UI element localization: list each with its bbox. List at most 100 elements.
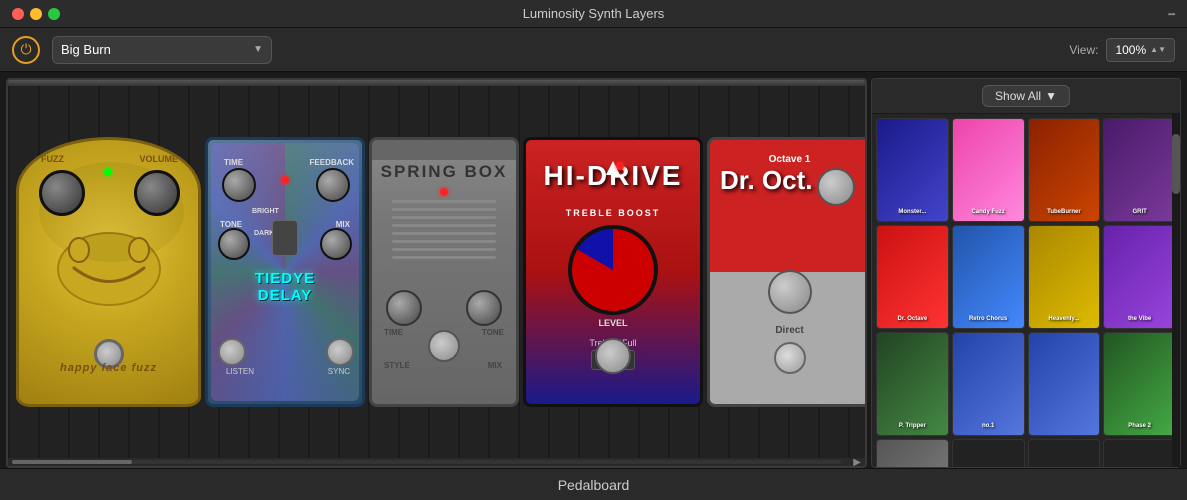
browser-pedal-item[interactable]: P. Tripper	[876, 332, 949, 436]
right-panel: Show All ▼ Monster... Candy Fuzz TubeBurne…	[871, 78, 1181, 468]
browser-pedal-label: Heavenly...	[1029, 314, 1100, 324]
oct-direct-label: Direct	[775, 325, 803, 336]
pedal-oct[interactable]: Octave 1 Dr. Oct. Direct	[707, 137, 865, 407]
preset-dropdown[interactable]: Big Burn ▼	[52, 36, 272, 64]
delay-tone-knob[interactable]	[218, 228, 250, 260]
browser-pedal-label: Monster...	[877, 207, 948, 217]
browser-pedal-label: no.1	[953, 421, 1024, 431]
hidrive-stomp[interactable]	[595, 338, 631, 374]
delay-led	[281, 176, 289, 184]
browser-scrollbar[interactable]	[1172, 114, 1180, 467]
bottom-title: Pedalboard	[558, 477, 630, 493]
browser-pedal-item[interactable]: TubeBurner	[1028, 118, 1101, 222]
delay-mix-knob[interactable]	[320, 228, 352, 260]
fullscreen-button[interactable]	[48, 8, 60, 20]
browser-header: Show All ▼	[872, 79, 1180, 114]
pedalboard-surface[interactable]: FUZZ VOLUME happy face fuzz	[8, 86, 865, 458]
hidrive-level-knob[interactable]	[568, 225, 658, 315]
delay-time-knob[interactable]	[222, 168, 256, 202]
browser-pedal-label: Dr. Octave	[877, 314, 948, 324]
show-all-label: Show All	[995, 89, 1041, 103]
minimize-button[interactable]	[30, 8, 42, 20]
spring-tone-label: TONE	[482, 328, 504, 337]
fuzz-face	[54, 230, 164, 290]
bottom-bar: Pedalboard	[0, 468, 1187, 500]
app-title: Luminosity Synth Layers	[523, 6, 665, 21]
pedal-spring[interactable]: SPRING BOX TIM	[369, 137, 519, 407]
pedal-hidrive[interactable]: HI-DRIVE ▲ TREBLE BOOST LEVEL Treble / F…	[523, 137, 703, 407]
fuzz-knob1[interactable]	[39, 170, 85, 216]
delay-feedback-knob[interactable]	[316, 168, 350, 202]
traffic-lights[interactable]	[12, 8, 60, 20]
spring-coil-visual	[392, 200, 496, 280]
oct-octave1-label: Octave 1	[769, 154, 811, 165]
browser-pedal-item[interactable]: Candy Fuzz	[952, 118, 1025, 222]
pedal-delay[interactable]: TIME FEEDBACK BRIGHT DARK TONE MIX	[205, 137, 365, 407]
view-label: View:	[1069, 43, 1098, 57]
close-button[interactable]	[12, 8, 24, 20]
hidrive-level-label: LEVEL	[598, 318, 627, 328]
view-zoom-select[interactable]: 100% ▲▼	[1106, 38, 1175, 62]
pedal-browser-grid: Monster... Candy Fuzz TubeBurnerGRIT Dr. Oc…	[872, 114, 1180, 467]
scroll-thumb[interactable]	[12, 460, 132, 464]
browser-pedal-item[interactable]: FLANGE	[876, 439, 949, 467]
browser-pedal-item[interactable]	[1028, 332, 1101, 436]
delay-time-label: TIME	[224, 158, 243, 167]
browser-scrollbar-thumb[interactable]	[1172, 134, 1180, 194]
main-area: FUZZ VOLUME happy face fuzz	[0, 72, 1187, 468]
delay-bright-label: BRIGHT	[252, 208, 279, 215]
delay-stomp1[interactable]	[218, 338, 246, 366]
fuzz-knob2-label: VOLUME	[139, 154, 178, 164]
fuzz-name-label: happy face fuzz	[60, 362, 157, 374]
scroll-right-arrow-icon[interactable]: ▶	[853, 457, 861, 468]
preset-arrow-icon: ▼	[253, 44, 263, 55]
browser-pedal-item[interactable]: Monster...	[876, 118, 949, 222]
delay-name-label: TIEDYEDELAY	[255, 270, 315, 304]
oct-top-knob[interactable]	[817, 168, 855, 206]
browser-pedal-label: Candy Fuzz	[953, 207, 1024, 217]
browser-pedal-item[interactable]: Retro Chorus	[952, 225, 1025, 329]
titlebar: Luminosity Synth Layers ━	[0, 0, 1187, 28]
browser-pedal-label: Retro Chorus	[953, 314, 1024, 324]
delay-bright-switch[interactable]	[272, 220, 298, 256]
browser-pedal-item[interactable]: the Vibe	[1103, 225, 1176, 329]
show-all-arrow-icon: ▼	[1045, 89, 1057, 103]
view-zoom-value: 100%	[1115, 43, 1146, 57]
hidrive-led	[616, 162, 624, 170]
browser-pedal-label: Phase 2	[1104, 421, 1175, 431]
delay-listen-label: LISTEN	[226, 367, 254, 376]
power-button[interactable]: ⏻	[12, 36, 40, 64]
oct-stomp[interactable]	[774, 342, 806, 374]
browser-pedal-item[interactable]: Phase 2	[1103, 332, 1176, 436]
browser-pedal-item[interactable]	[1028, 439, 1101, 467]
browser-pedal-item[interactable]	[952, 439, 1025, 467]
delay-feedback-label: FEEDBACK	[310, 158, 354, 167]
pedalboard-scrollbar[interactable]: ▶	[8, 458, 865, 466]
spring-led	[440, 188, 448, 196]
fuzz-knob2[interactable]	[134, 170, 180, 216]
view-zoom-arrow-icon: ▲▼	[1150, 45, 1166, 54]
spring-tone-knob[interactable]	[466, 290, 502, 326]
browser-pedal-item[interactable]: Dr. Octave	[876, 225, 949, 329]
delay-stomp2[interactable]	[326, 338, 354, 366]
spring-stomp[interactable]	[428, 330, 460, 362]
window-minimize-icon: ━	[1168, 9, 1175, 21]
spring-style-label: STYLE	[384, 361, 410, 370]
hidrive-sub-label: TREBLE BOOST	[566, 208, 661, 218]
browser-pedal-item[interactable]: no.1	[952, 332, 1025, 436]
oct-name-label: Dr. Oct.	[720, 165, 812, 196]
toolbar-right: View: 100% ▲▼	[1069, 38, 1175, 62]
toolbar: ⏻ Big Burn ▼ View: 100% ▲▼	[0, 28, 1187, 72]
spring-top-strip	[372, 140, 516, 160]
spring-time-knob[interactable]	[386, 290, 422, 326]
pedalboard-area: FUZZ VOLUME happy face fuzz	[6, 78, 867, 468]
browser-pedal-item[interactable]	[1103, 439, 1176, 467]
browser-pedal-item[interactable]: GRIT	[1103, 118, 1176, 222]
scroll-track	[12, 460, 841, 464]
browser-pedal-label: the Vibe	[1104, 314, 1175, 324]
oct-mid-knob[interactable]	[768, 270, 812, 314]
browser-pedal-item[interactable]: Heavenly...	[1028, 225, 1101, 329]
titlebar-right: ━	[1168, 5, 1175, 23]
pedal-fuzz[interactable]: FUZZ VOLUME happy face fuzz	[16, 137, 201, 407]
show-all-button[interactable]: Show All ▼	[982, 85, 1070, 107]
